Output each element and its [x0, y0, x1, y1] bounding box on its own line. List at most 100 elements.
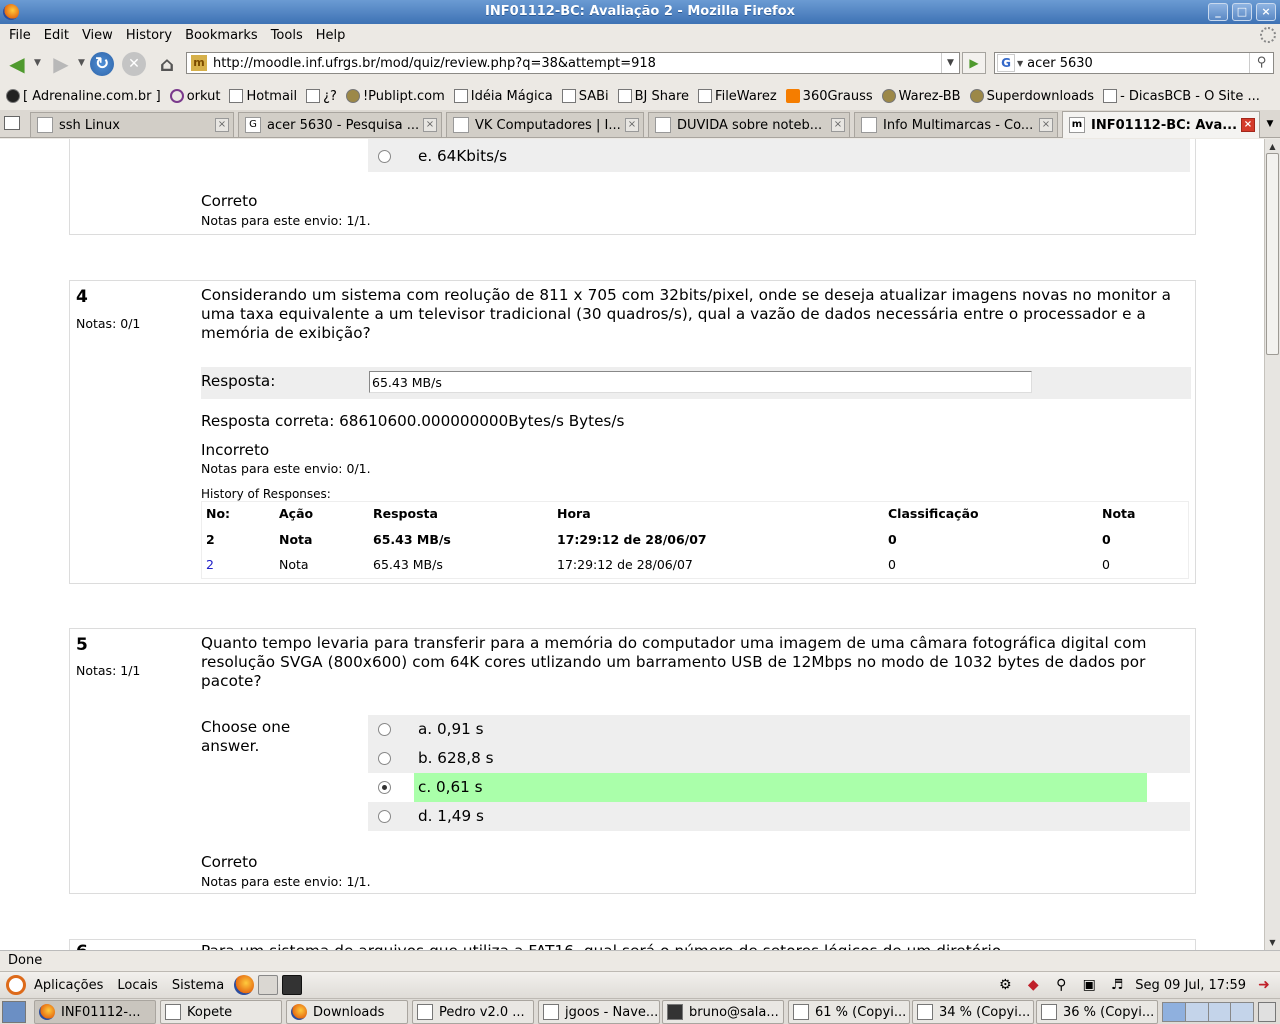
tab-duvida-notebook[interactable]: DUVIDA sobre noteb... × [648, 112, 850, 137]
menu-tools[interactable]: Tools [266, 28, 308, 43]
go-button[interactable]: ▶ [962, 52, 986, 74]
terminal-launcher-icon[interactable] [282, 975, 303, 995]
bookmark-item[interactable]: SABi [561, 89, 609, 104]
tab-list-dropdown-icon[interactable]: ▼ [1262, 114, 1278, 134]
forward-history-dropdown-icon[interactable]: ▼ [78, 58, 85, 68]
places-menu[interactable]: Locais [117, 978, 157, 993]
tab-vk-computadores[interactable]: VK Computadores | I... × [446, 112, 644, 137]
search-tool-icon[interactable]: ⚲ [1051, 976, 1071, 994]
reload-button[interactable]: ↻ [90, 52, 114, 76]
q3-answer-box: e. 64Kbits/s [368, 139, 1190, 172]
back-history-dropdown-icon[interactable]: ▼ [34, 58, 41, 68]
task-copying-34[interactable]: 34 % (Copyi... [912, 1000, 1034, 1024]
menu-help[interactable]: Help [311, 28, 351, 43]
tab-ssh-linux[interactable]: ssh Linux × [30, 112, 234, 137]
bookmark-item[interactable]: 360Grauss [785, 89, 873, 104]
task-firefox-inf01112[interactable]: INF01112-... [34, 1000, 156, 1024]
page-icon [229, 89, 244, 103]
q3-option-e[interactable]: e. 64Kbits/s [368, 142, 1190, 171]
page-icon [698, 89, 713, 103]
stop-button[interactable]: ✕ [122, 52, 146, 76]
applications-menu[interactable]: Aplicações [34, 978, 103, 993]
clock[interactable]: Seg 09 Jul, 17:59 [1135, 978, 1246, 993]
google-icon: G [245, 117, 261, 133]
q5-option-b[interactable]: b. 628,8 s [368, 744, 1190, 773]
ruby-icon[interactable]: ◆ [1023, 976, 1043, 994]
task-pedro[interactable]: Pedro v2.0 ... [412, 1000, 534, 1024]
forward-button[interactable]: ▶ [48, 52, 74, 76]
radio-button[interactable] [378, 810, 391, 823]
bookmark-item[interactable]: ¿? [306, 89, 337, 104]
bookmark-item[interactable]: Superdownloads [969, 89, 1094, 104]
google-engine-icon[interactable]: G [997, 54, 1015, 72]
throbber-icon [1260, 27, 1276, 43]
task-downloads[interactable]: Downloads [286, 1000, 408, 1024]
radio-button[interactable] [378, 752, 391, 765]
task-jgoos[interactable]: jgoos - Nave... [538, 1000, 660, 1024]
tab-close-icon[interactable]: × [1241, 118, 1255, 132]
scroll-up-icon[interactable]: ▲ [1265, 139, 1280, 154]
task-copying-61[interactable]: 61 % (Copyi... [788, 1000, 910, 1024]
bookmark-item[interactable]: Warez-BB [881, 89, 961, 104]
show-desktop-icon[interactable] [2, 1001, 26, 1023]
engine-dropdown-icon[interactable]: ▼ [1017, 59, 1023, 68]
minimize-button[interactable]: _ [1208, 3, 1228, 21]
bookmark-item[interactable]: BJ Share [617, 89, 689, 104]
workspace-switcher[interactable] [1162, 1002, 1254, 1022]
network-tool-icon[interactable]: ⚙ [995, 976, 1015, 994]
menu-bookmarks[interactable]: Bookmarks [180, 28, 263, 43]
bookmark-item[interactable]: FileWarez [698, 89, 777, 104]
search-input[interactable] [1027, 55, 1249, 71]
tab-close-icon[interactable]: × [831, 118, 845, 132]
tab-close-icon[interactable]: × [1039, 118, 1053, 132]
url-history-dropdown-icon[interactable]: ▼ [941, 53, 959, 73]
tab-info-multimarcas[interactable]: Info Multimarcas - Co... × [854, 112, 1058, 137]
search-icon[interactable]: ⚲ [1249, 53, 1273, 73]
mail-launcher-icon[interactable] [258, 975, 279, 995]
bookmark-item[interactable]: Hotmail [229, 89, 297, 104]
page-icon [306, 89, 321, 103]
task-copying-36[interactable]: 36 % (Copyi... [1036, 1000, 1158, 1024]
menu-file[interactable]: File [4, 28, 36, 43]
task-kopete[interactable]: Kopete [160, 1000, 282, 1024]
q5-option-c[interactable]: c. 0,61 s [368, 773, 1190, 802]
q5-option-a[interactable]: a. 0,91 s [368, 715, 1190, 744]
history-row-current: 2 Nota 65.43 MB/s 17:29:12 de 28/06/07 0… [206, 532, 1111, 547]
radio-button[interactable] [378, 150, 391, 163]
vertical-scrollbar[interactable]: ▲ ▼ [1264, 139, 1280, 950]
url-input[interactable]: http://moodle.inf.ufrgs.br/mod/quiz/revi… [213, 56, 941, 71]
network-connection-icon[interactable]: ▣ [1079, 976, 1099, 994]
history-attempt-link[interactable]: 2 [206, 557, 214, 572]
url-bar[interactable]: m http://moodle.inf.ufrgs.br/mod/quiz/re… [186, 52, 960, 74]
radio-button-selected[interactable] [378, 781, 391, 794]
menu-view[interactable]: View [77, 28, 118, 43]
gnome-panel: Aplicações Locais Sistema ⚙ ◆ ⚲ ▣ ♬ Seg … [0, 971, 1280, 998]
q5-option-d[interactable]: d. 1,49 s [368, 802, 1190, 831]
tab-inf01112-active[interactable]: m INF01112-BC: Ava... × [1062, 111, 1260, 138]
tab-google-search[interactable]: G acer 5630 - Pesquisa ... × [238, 112, 442, 137]
bookmark-item[interactable]: [ Adrenaline.com.br ] [6, 89, 161, 104]
bookmark-item[interactable]: !Publipt.com [345, 89, 445, 104]
back-button[interactable]: ◀ [4, 52, 30, 76]
scroll-down-icon[interactable]: ▼ [1265, 935, 1280, 950]
trash-icon[interactable] [1258, 1002, 1276, 1022]
home-button[interactable]: ⌂ [154, 52, 180, 76]
radio-button[interactable] [378, 723, 391, 736]
bookmark-item[interactable]: - DicasBCB - O Site ... [1103, 89, 1260, 104]
tab-close-icon[interactable]: × [423, 118, 437, 132]
firefox-launcher-icon[interactable] [234, 975, 255, 995]
menu-history[interactable]: History [121, 28, 177, 43]
answer-field[interactable]: 65.43 MB/s [369, 371, 1032, 393]
tab-close-icon[interactable]: × [625, 118, 639, 132]
menu-edit[interactable]: Edit [39, 28, 74, 43]
logout-icon[interactable]: ➜ [1254, 976, 1274, 994]
tab-close-icon[interactable]: × [215, 118, 229, 132]
task-terminal[interactable]: bruno@sala... [662, 1000, 784, 1024]
volume-icon[interactable]: ♬ [1107, 976, 1127, 994]
system-menu[interactable]: Sistema [172, 978, 224, 993]
bookmark-item[interactable]: Idéia Mágica [453, 89, 553, 104]
scroll-thumb[interactable] [1266, 153, 1279, 355]
bookmark-item[interactable]: orkut [169, 89, 220, 104]
maximize-button[interactable]: □ [1232, 3, 1252, 21]
close-window-button[interactable]: × [1256, 3, 1276, 21]
